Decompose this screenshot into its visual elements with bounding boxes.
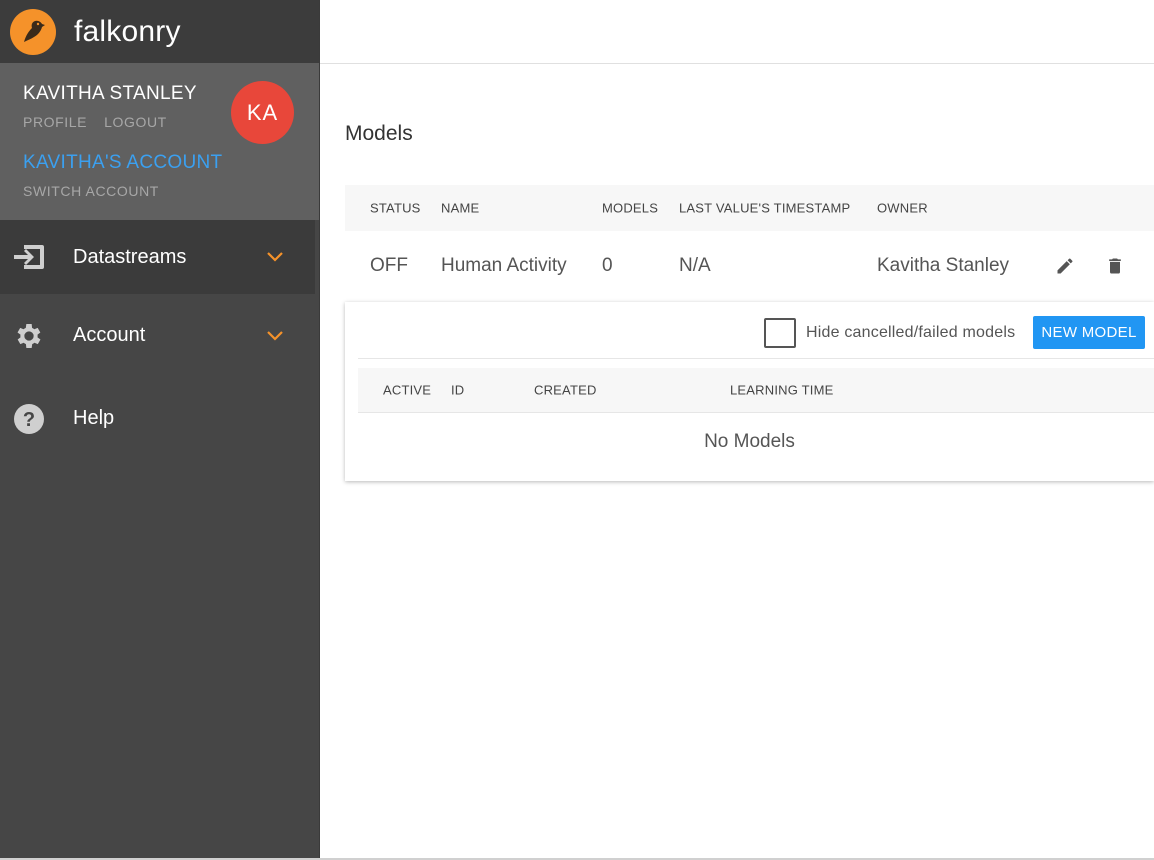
column-header-active[interactable]: ACTIVE [383, 383, 431, 398]
column-header-owner[interactable]: OWNER [877, 201, 928, 216]
current-account-link[interactable]: KAVITHA'S ACCOUNT [23, 152, 319, 174]
models-table-header: ACTIVE ID CREATED LEARNING TIME [358, 368, 1154, 413]
row-models-count: 0 [602, 255, 613, 276]
datastream-input-icon [12, 240, 46, 274]
column-header-models[interactable]: MODELS [602, 201, 658, 216]
column-header-name[interactable]: NAME [441, 201, 479, 216]
avatar[interactable]: KA [231, 81, 294, 144]
models-panel: Hide cancelled/failed models NEW MODEL A… [345, 302, 1154, 481]
brand-name: falkonry [74, 14, 181, 48]
nav-item-datastreams[interactable]: Datastreams [0, 220, 315, 294]
hide-cancelled-checkbox[interactable] [764, 318, 796, 348]
hide-cancelled-label[interactable]: Hide cancelled/failed models [806, 324, 1015, 342]
table-row[interactable]: OFF Human Activity 0 N/A Kavitha Stanley [345, 231, 1154, 301]
row-status: OFF [370, 255, 408, 276]
logout-link[interactable]: LOGOUT [104, 114, 167, 130]
nav-label-help: Help [73, 407, 115, 429]
models-toolbar: Hide cancelled/failed models NEW MODEL [345, 302, 1154, 359]
svg-text:?: ? [23, 409, 35, 431]
nav-item-help[interactable]: ? Help [0, 377, 319, 460]
user-panel: KAVITHA STANLEY PROFILE LOGOUT KAVITHA'S… [0, 63, 319, 220]
gear-icon [12, 319, 46, 353]
table-header: STATUS NAME MODELS LAST VALUE'S TIMESTAM… [345, 185, 1154, 231]
column-header-learning-time[interactable]: LEARNING TIME [730, 383, 834, 398]
empty-state-message: No Models [704, 431, 795, 452]
sidebar: falkonry KAVITHA STANLEY PROFILE LOGOUT … [0, 0, 320, 858]
switch-account-link[interactable]: SWITCH ACCOUNT [23, 183, 319, 199]
chevron-down-icon[interactable] [265, 326, 285, 346]
row-name[interactable]: Human Activity [441, 255, 567, 277]
profile-link[interactable]: PROFILE [23, 114, 87, 130]
divider [358, 358, 1154, 359]
falcon-logo-icon[interactable] [10, 8, 56, 55]
new-model-button[interactable]: NEW MODEL [1033, 316, 1145, 349]
nav-item-account[interactable]: Account [0, 294, 319, 377]
page-title: Models [345, 122, 413, 145]
brand-bar: falkonry [0, 0, 319, 63]
nav-label-datastreams: Datastreams [73, 245, 187, 268]
edit-icon[interactable] [1052, 253, 1078, 279]
column-header-created[interactable]: CREATED [534, 383, 597, 398]
help-icon: ? [12, 402, 46, 436]
datastream-table: STATUS NAME MODELS LAST VALUE'S TIMESTAM… [345, 185, 1154, 301]
column-header-id[interactable]: ID [451, 383, 464, 398]
row-timestamp: N/A [679, 255, 711, 276]
column-header-status[interactable]: STATUS [370, 201, 421, 216]
row-owner: Kavitha Stanley [877, 255, 1010, 276]
nav-label-account: Account [73, 324, 146, 346]
top-bar [320, 0, 1154, 64]
trash-icon[interactable] [1102, 253, 1128, 279]
column-header-timestamp[interactable]: LAST VALUE'S TIMESTAMP [679, 201, 850, 216]
chevron-down-icon[interactable] [265, 247, 285, 267]
